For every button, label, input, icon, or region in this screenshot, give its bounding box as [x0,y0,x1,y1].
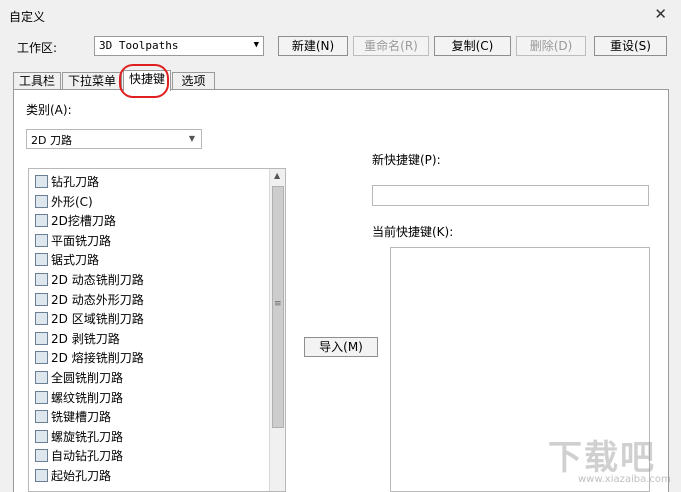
list-item[interactable]: 平面铣刀路 [35,232,111,251]
face-mill-icon [35,234,48,247]
tab-options[interactable]: 选项 [172,72,215,90]
category-select[interactable]: 2D 刀路 ▼ [26,129,202,149]
rename-button[interactable]: 重命名(R) [353,36,429,56]
workspace-value: 3D Toolpaths [99,39,179,52]
helix-bore-icon [35,430,48,443]
new-button[interactable]: 新建(N) [278,36,348,56]
dynamic-mill-icon [35,273,48,286]
watermark-logo: 下载吧 [548,438,656,478]
list-item[interactable]: 2D 动态铣削刀路 [35,271,144,290]
tab-shortcuts[interactable]: 快捷键 [123,70,171,91]
list-item[interactable]: 2D 熔接铣削刀路 [35,349,144,368]
chevron-down-icon: ▼ [253,40,259,50]
title-bar: 自定义 ✕ [0,0,681,30]
workspace-label: 工作区: [17,41,58,55]
dynamic-contour-icon [35,293,48,306]
current-shortcut-label: 当前快捷键(K): [372,225,454,239]
list-item[interactable]: 2D 剥铣刀路 [35,330,120,349]
new-shortcut-label: 新快捷键(P): [372,153,441,167]
reset-button[interactable]: 重设(S) [594,36,667,56]
area-mill-icon [35,312,48,325]
list-scrollbar[interactable]: ▲ ≡ [269,169,285,491]
list-item[interactable]: 钻孔刀路 [35,173,99,192]
tab-dropdown-menu[interactable]: 下拉菜单 [62,72,122,90]
thread-mill-icon [35,391,48,404]
tab-toolbar[interactable]: 工具栏 [13,72,61,90]
import-button[interactable]: 导入(M) [304,337,378,357]
copy-button[interactable]: 复制(C) [434,36,511,56]
category-label: 类别(A): [26,103,72,117]
start-hole-icon [35,469,48,482]
contour-icon [35,195,48,208]
saw-icon [35,253,48,266]
chevron-down-icon: ▼ [188,134,195,143]
list-item[interactable]: 外形(C) [35,193,93,212]
drill-icon [35,175,48,188]
slot-mill-icon [35,410,48,423]
list-item[interactable]: 铣键槽刀路 [35,408,111,427]
list-item[interactable]: 起始孔刀路 [35,467,111,486]
watermark-url: www.xiazaiba.com [578,474,671,485]
list-item[interactable]: 螺旋铣孔刀路 [35,428,123,447]
circle-mill-icon [35,371,48,384]
peel-mill-icon [35,332,48,345]
scroll-thumb[interactable]: ≡ [272,186,284,428]
auto-drill-icon [35,449,48,462]
close-icon[interactable]: ✕ [654,5,667,23]
grip-icon: ≡ [274,299,282,309]
list-item[interactable]: 2D 动态外形刀路 [35,291,144,310]
delete-button[interactable]: 删除(D) [516,36,586,56]
new-shortcut-input[interactable] [372,185,649,206]
list-item[interactable]: 锯式刀路 [35,251,99,270]
command-list[interactable]: 钻孔刀路 外形(C) 2D挖槽刀路 平面铣刀路 锯式刀路 2D 动态铣削刀路 2… [28,168,286,492]
list-item[interactable]: 全圆铣削刀路 [35,369,123,388]
window-title: 自定义 [9,10,46,24]
list-item[interactable]: 2D 区域铣削刀路 [35,310,144,329]
workspace-select[interactable]: 3D Toolpaths ▼ [94,36,264,56]
list-item[interactable]: 2D挖槽刀路 [35,212,116,231]
category-value: 2D 刀路 [31,134,72,147]
list-item[interactable]: 螺纹铣削刀路 [35,389,123,408]
chevron-up-icon[interactable]: ▲ [274,171,280,180]
blend-mill-icon [35,351,48,364]
pocket-icon [35,214,48,227]
list-item[interactable]: 自动钻孔刀路 [35,447,123,466]
